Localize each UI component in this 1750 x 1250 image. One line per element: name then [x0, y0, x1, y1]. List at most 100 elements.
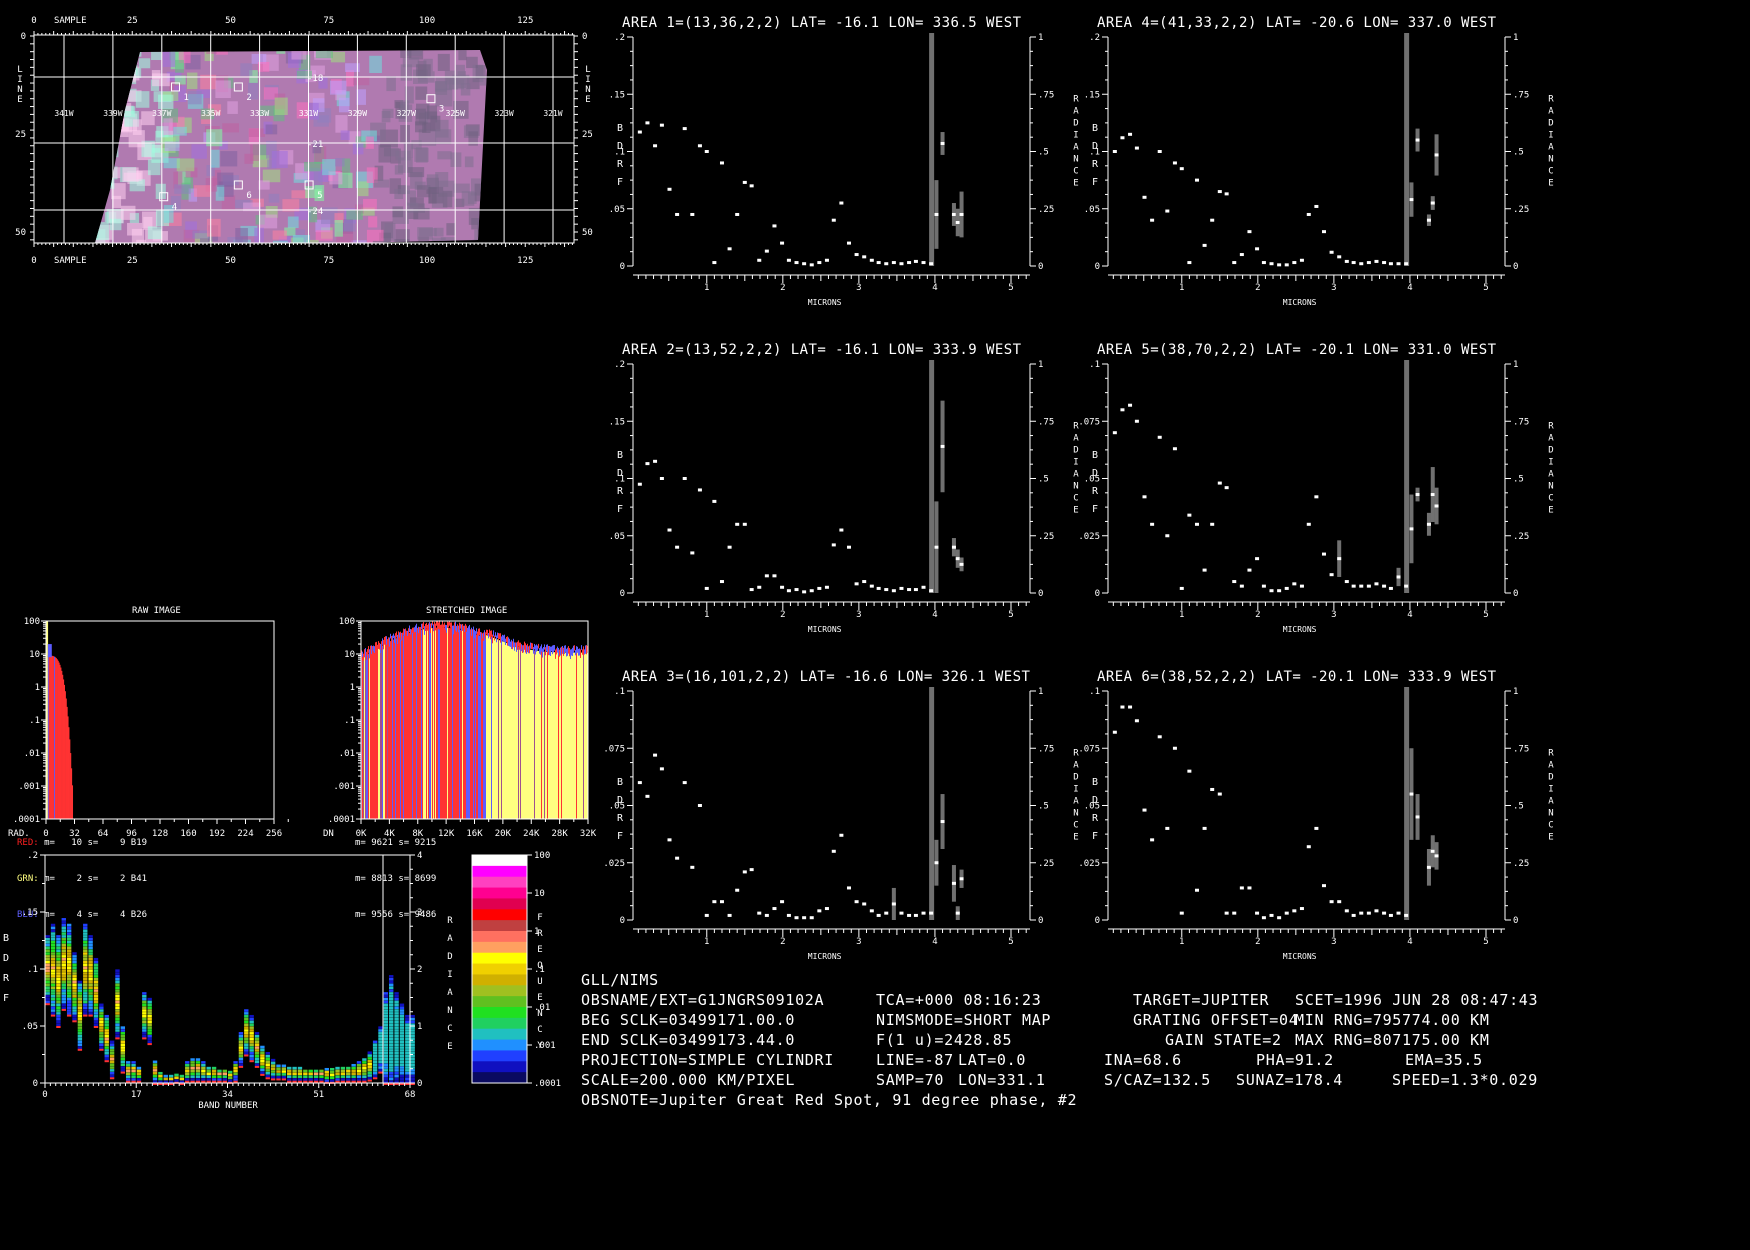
stretched-hist-envelope: [452, 625, 453, 636]
band-density-cell: [56, 963, 61, 967]
mosaic-pixel: [467, 240, 483, 243]
hist-y-label: .0001: [328, 815, 355, 825]
band-density-cell: [77, 1026, 83, 1029]
stretched-hist-envelope: [542, 648, 543, 658]
band-density-cell: [399, 1006, 405, 1009]
band-density-cell: [115, 1034, 120, 1038]
band-density-cell: [233, 1078, 238, 1081]
mosaic-pixel: [335, 158, 345, 167]
stretched-hist-envelope: [522, 645, 523, 653]
band-density-cell: [115, 1026, 120, 1029]
band-density-cell: [104, 1052, 109, 1055]
band-density-cell: [72, 1014, 77, 1018]
band-density-cell: [195, 1072, 201, 1076]
band-density-cell: [83, 940, 88, 944]
line-tick-label: 0: [582, 32, 587, 42]
band-density-cell: [99, 1023, 104, 1027]
band-density-cell: [66, 1003, 72, 1007]
stretched-hist-envelope: [471, 627, 472, 636]
band-density-cell: [115, 983, 120, 987]
band-density-cell: [66, 949, 72, 952]
frequency-colorbar-swatch: [472, 1028, 527, 1041]
data-point: [1344, 259, 1349, 263]
band-density-cell: [335, 1069, 340, 1073]
band-density-cell: [249, 1049, 254, 1052]
ina-value: INA=68.6: [1104, 1051, 1182, 1069]
band-density-cell: [104, 1043, 109, 1047]
x-tick-label: 1: [1179, 937, 1184, 947]
band-density-cell: [66, 1006, 72, 1009]
band-density-cell: [254, 1052, 260, 1055]
band-density-cell: [77, 1032, 83, 1035]
frequency-colorbar-swatch: [472, 952, 527, 965]
band-density-cell: [115, 1017, 120, 1021]
band-density-cell: [394, 1017, 399, 1021]
stretched-hist-envelope: [555, 649, 556, 659]
band-density-cell: [99, 1017, 104, 1021]
band-density-cell: [405, 1052, 410, 1055]
stretched-hist-envelope: [486, 629, 487, 635]
band-density-cell: [56, 943, 61, 947]
band-density-cell: [378, 1069, 383, 1072]
band-density-cell: [372, 1063, 378, 1066]
mosaic-pixel: [461, 191, 475, 206]
mosaic-pixel: [103, 79, 114, 97]
band-density-cell: [389, 1037, 394, 1041]
band-density-cell: [249, 1057, 254, 1061]
band-density-cell: [297, 1078, 303, 1081]
band-density-cell: [287, 1080, 292, 1083]
band-density-cell: [72, 957, 77, 961]
y2-tick-label: 1: [1513, 360, 1518, 370]
mosaic-pixel: [485, 229, 487, 243]
data-point: [1284, 911, 1289, 915]
mosaic-pixel: [474, 183, 486, 202]
stretched-hist-envelope: [510, 641, 511, 647]
data-point: [1172, 161, 1177, 165]
band-density-cell: [244, 1012, 249, 1015]
band-density-cell: [66, 1012, 72, 1015]
band-y2-axis-label: A: [447, 988, 453, 998]
band-density-cell: [66, 929, 72, 933]
x-tick-label: 3: [1331, 283, 1336, 293]
stretched-hist-envelope: [439, 620, 440, 630]
band-density-cell: [346, 1072, 351, 1076]
spectrum-plot: 1 2 3 4 5MICRONS0.025.05.075.10.25.5.751RADI…: [1078, 687, 1554, 961]
band-density-cell: [201, 1075, 206, 1078]
data-point: [1202, 243, 1207, 247]
band-density-cell: [174, 1073, 179, 1077]
hist-x-label: 12K: [438, 829, 455, 839]
y-tick-label: .05: [1084, 205, 1100, 215]
band-density-cell: [389, 1040, 394, 1044]
band-density-cell: [303, 1069, 308, 1073]
data-point: [1415, 138, 1420, 142]
band-density-cell: [115, 1000, 120, 1004]
stretched-hist-envelope: [406, 630, 407, 638]
band-density-cell: [297, 1075, 303, 1078]
mosaic-pixel: [416, 103, 430, 119]
data-point: [1142, 195, 1147, 199]
data-point: [876, 586, 881, 590]
band-density-cell: [378, 1043, 383, 1047]
band-density-cell: [211, 1069, 217, 1073]
band-density-cell: [260, 1059, 265, 1063]
band-density-cell: [324, 1079, 329, 1082]
band-density-cell: [303, 1075, 308, 1078]
band-y2-label: 2: [417, 965, 422, 975]
stretched-hist-envelope: [576, 646, 577, 654]
mosaic-pixel: [120, 69, 136, 83]
band-density-cell: [120, 1046, 126, 1049]
band-density-cell: [329, 1070, 335, 1074]
data-point: [1351, 913, 1356, 917]
mosaic-pixel: [315, 50, 333, 59]
band-density-cell: [147, 1023, 152, 1027]
band-density-cell: [120, 1037, 126, 1041]
stretched-hist-envelope: [503, 635, 504, 642]
band-density-cell: [276, 1078, 281, 1081]
colorbar-label: .001: [534, 1041, 556, 1051]
mosaic-image[interactable]: 00252550507575100100125125SAMPLESAMPLE0 0…: [0, 0, 600, 280]
band-density-cell: [249, 1020, 254, 1024]
band-density-cell: [399, 1037, 405, 1041]
band-density-cell: [399, 1049, 405, 1052]
band-density-cell: [115, 997, 120, 1001]
samp-value: SAMP=70: [876, 1071, 945, 1089]
